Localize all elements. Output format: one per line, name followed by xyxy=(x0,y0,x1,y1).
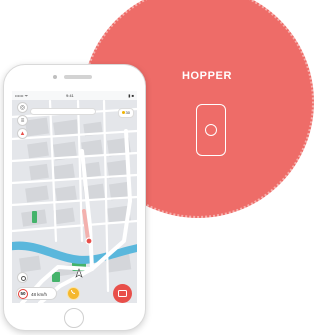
promo-title: HOPPER xyxy=(181,70,233,82)
phone-camera xyxy=(53,75,57,79)
status-bar: •••••• ᯤ 9:41 ▮ ■ xyxy=(12,91,137,100)
phone-speaker xyxy=(64,75,92,79)
compass-button[interactable]: ▲ xyxy=(17,128,28,139)
home-button[interactable] xyxy=(64,308,84,328)
compass-icon: ▲ xyxy=(19,131,26,137)
status-battery: ▮ ■ xyxy=(128,93,134,98)
map-canvas[interactable] xyxy=(12,91,137,303)
device-icon xyxy=(196,104,226,156)
layers-icon: ◎ xyxy=(19,105,26,111)
filter-icon: ≡ xyxy=(20,118,25,124)
locate-button[interactable] xyxy=(17,272,28,283)
phone-frame: •••••• ᯤ 9:41 ▮ ■ 30 ◎ ≡ ▲ 50 48 km/h xyxy=(3,64,146,331)
coin-icon xyxy=(121,111,125,115)
points-badge[interactable]: 30 xyxy=(117,108,134,118)
map-screen[interactable]: •••••• ᯤ 9:41 ▮ ■ 30 ◎ ≡ ▲ 50 48 km/h xyxy=(12,91,137,303)
status-carrier: •••••• ᯤ xyxy=(15,93,29,98)
status-time: 9:41 xyxy=(66,93,74,98)
report-icon xyxy=(118,290,127,297)
speed-limit-sign: 50 xyxy=(18,289,28,299)
layers-button[interactable]: ◎ xyxy=(17,102,28,113)
filter-button[interactable]: ≡ xyxy=(17,115,28,126)
device-button-icon xyxy=(205,124,217,136)
current-speed: 48 km/h xyxy=(31,292,48,297)
search-bar[interactable] xyxy=(30,108,96,115)
speed-panel: 50 48 km/h xyxy=(16,287,57,300)
points-value: 30 xyxy=(125,110,130,115)
report-button[interactable] xyxy=(113,284,132,303)
speedometer-button[interactable] xyxy=(67,287,80,300)
